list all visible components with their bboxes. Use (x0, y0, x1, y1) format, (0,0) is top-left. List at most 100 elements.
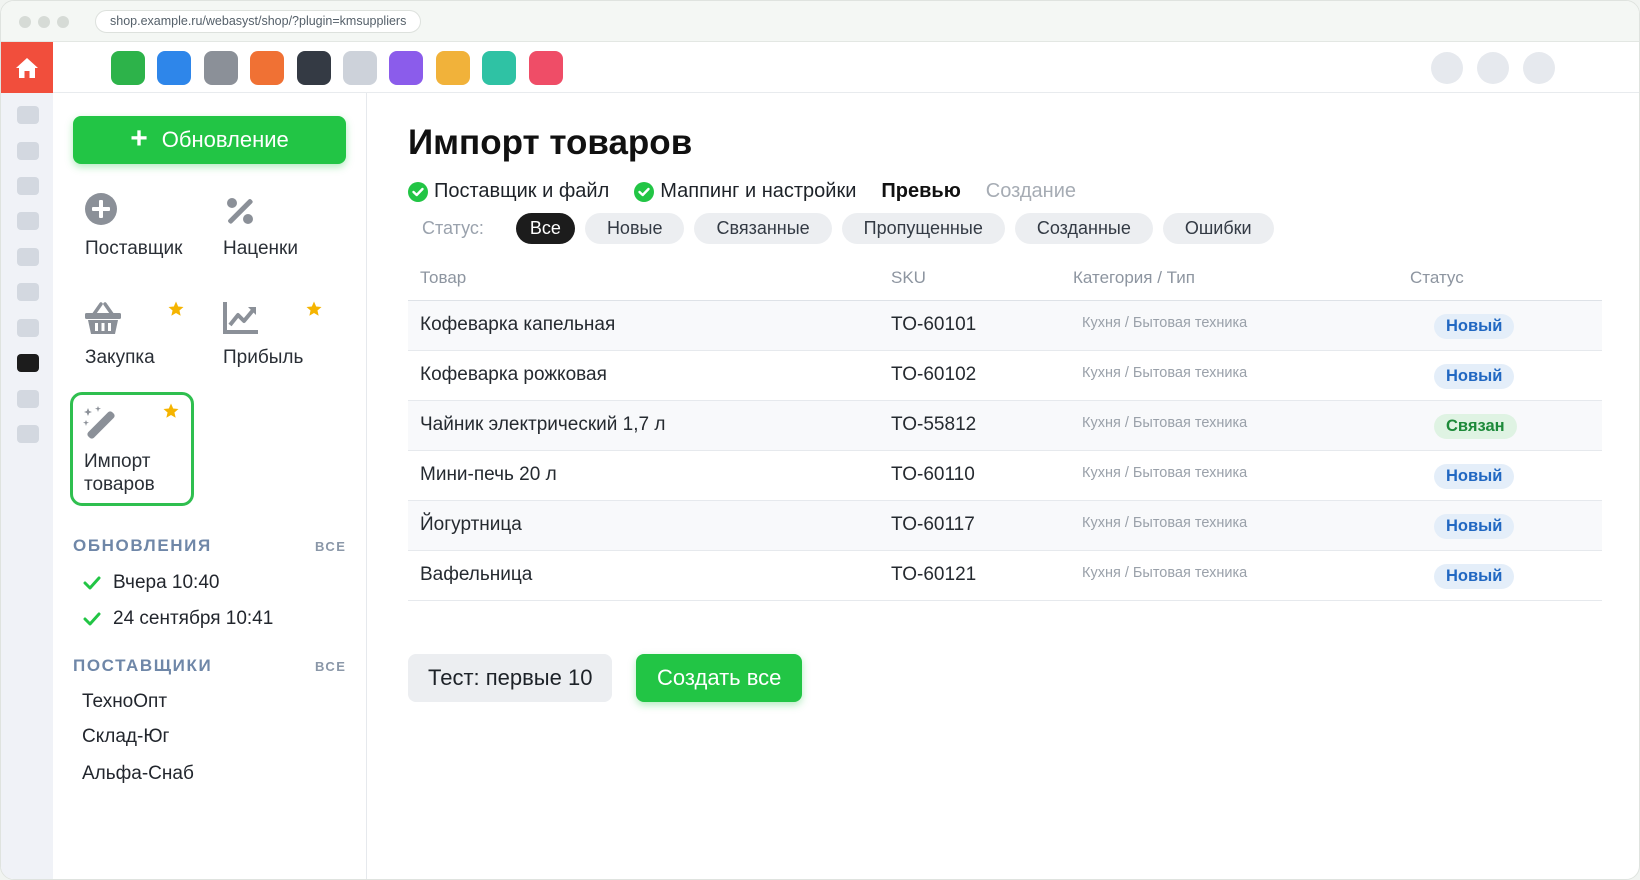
product-name: Вафельница (420, 564, 533, 585)
app-tile[interactable] (528, 51, 563, 85)
update-item[interactable]: 24 сентября 10:41 (83, 608, 273, 630)
table-row[interactable]: Вафельница TO-60121 Кухня / Бытовая техник… (408, 551, 1602, 601)
update-item-label: 24 сентября 10:41 (113, 608, 274, 629)
updates-section-title: ОБНОВЛЕНИЯ (73, 536, 212, 555)
table-row[interactable]: Чайник электрический 1,7 л TO-55812 Кухня … (408, 401, 1602, 451)
app-tile[interactable] (157, 51, 192, 85)
step-label: Превью (881, 180, 961, 202)
address-bar[interactable]: shop.example.ru/webasyst/shop/?plugin=km… (95, 10, 422, 33)
column-header-product[interactable]: Товар (420, 268, 466, 288)
filter-chip-all[interactable]: Все (515, 213, 575, 244)
supplier-item[interactable]: ТехноОпт (82, 691, 167, 713)
suppliers-section-title: ПОСТАВЩИКИ (73, 656, 213, 675)
rail-item[interactable] (17, 248, 39, 266)
step-creation[interactable]: Создание (986, 180, 1076, 203)
step-label: Создание (985, 180, 1077, 202)
filter-chip-errors[interactable]: Ошибки (1162, 213, 1274, 244)
rail-item[interactable] (17, 106, 39, 124)
app-tile[interactable] (250, 51, 285, 85)
rail-item-active[interactable] (17, 354, 39, 372)
app-tile[interactable] (203, 51, 238, 85)
star-icon[interactable] (167, 300, 185, 318)
table-row[interactable]: Йогуртница TO-60117 Кухня / Бытовая техник… (408, 501, 1602, 551)
column-header-category[interactable]: Категория / Тип (1073, 268, 1195, 288)
tool-import-products-label: Импорт товаров (84, 451, 155, 495)
check-circle-icon (634, 181, 655, 202)
update-button[interactable]: + Обновление (73, 116, 346, 164)
app-tile[interactable] (435, 51, 470, 85)
left-rail (1, 93, 53, 879)
preview-table: Товар SKU Категория / Тип Статус Кофевар… (408, 263, 1602, 601)
status-badge: Новый (1434, 464, 1515, 489)
app-tile[interactable] (111, 51, 145, 85)
status-badge: Новый (1434, 514, 1515, 539)
supplier-item[interactable]: Склад-Юг (82, 726, 169, 748)
chart-line-icon (223, 302, 258, 334)
status-filter-label: Статус: (422, 218, 484, 238)
main-content: Импорт товаров Поставщик и файл Маппинг … (368, 93, 1639, 879)
product-category: Кухня / Бытовая техника (1082, 365, 1248, 381)
update-item[interactable]: Вчера 10:40 (83, 572, 219, 594)
product-category: Кухня / Бытовая техника (1082, 565, 1248, 581)
magic-wand-icon (83, 406, 115, 439)
updates-all-link[interactable]: ВСЕ (315, 539, 346, 554)
header-circle-1[interactable] (1431, 52, 1463, 84)
rail-item[interactable] (17, 212, 39, 230)
step-mapping-settings[interactable]: Маппинг и настройки (634, 180, 856, 203)
test-first-10-button[interactable]: Тест: первые 10 (408, 654, 613, 702)
filter-chip-new[interactable]: Новые (584, 213, 685, 244)
product-sku: TO-60101 (891, 314, 977, 335)
status-badge: Связан (1434, 414, 1517, 439)
column-header-status[interactable]: Статус (1410, 268, 1464, 288)
tool-supplier[interactable]: Поставщик (71, 181, 199, 299)
step-label: Поставщик и файл (434, 180, 610, 202)
product-name: Мини-печь 20 л (420, 464, 557, 485)
update-item-label: Вчера 10:40 (113, 572, 220, 593)
column-header-sku[interactable]: SKU (891, 268, 926, 288)
app-bar (1, 42, 1639, 93)
app-tile[interactable] (343, 51, 377, 85)
home-button[interactable] (1, 42, 53, 93)
window-close-dot[interactable] (19, 16, 31, 28)
filter-chip-linked[interactable]: Связанные (694, 213, 832, 244)
header-circle-2[interactable] (1477, 52, 1509, 84)
browser-window: shop.example.ru/webasyst/shop/?plugin=km… (0, 0, 1640, 880)
step-preview[interactable]: Превью (881, 180, 960, 203)
tool-markups[interactable]: Наценки (209, 181, 337, 299)
product-category: Кухня / Бытовая техника (1082, 515, 1248, 531)
table-row[interactable]: Кофеварка рожковая TO-60102 Кухня / Бытова… (408, 351, 1602, 401)
product-name: Кофеварка рожковая (420, 364, 607, 385)
home-icon (16, 57, 38, 78)
header-circle-3[interactable] (1523, 52, 1555, 84)
create-all-button[interactable]: Создать все (636, 654, 803, 702)
rail-item[interactable] (17, 390, 39, 408)
suppliers-all-link[interactable]: ВСЕ (315, 659, 346, 674)
check-icon (83, 576, 101, 590)
app-tile[interactable] (296, 51, 331, 85)
filter-chip-skipped[interactable]: Пропущенные (841, 213, 1005, 244)
rail-item[interactable] (17, 177, 39, 195)
table-row[interactable]: Кофеварка капельная TO-60101 Кухня / Бытов… (408, 301, 1602, 351)
percent-icon (227, 198, 253, 224)
product-name: Кофеварка капельная (420, 314, 616, 335)
status-filters: Статус: Все Новые Связанные Пропущенные … (408, 213, 1274, 244)
tool-purchase[interactable]: Закупка (71, 290, 199, 408)
star-icon[interactable] (162, 402, 180, 420)
rail-item[interactable] (17, 425, 39, 443)
rail-item[interactable] (17, 283, 39, 301)
step-supplier-file[interactable]: Поставщик и файл (408, 180, 609, 203)
supplier-item[interactable]: Альфа-Снаб (82, 763, 194, 785)
rail-item[interactable] (17, 142, 39, 160)
tool-profit[interactable]: Прибыль (209, 290, 337, 408)
tool-import-products[interactable]: Импорт товаров (70, 392, 194, 506)
product-name: Чайник электрический 1,7 л (420, 414, 666, 435)
product-sku: TO-60102 (891, 364, 977, 385)
window-maximize-dot[interactable] (57, 16, 69, 28)
rail-item[interactable] (17, 319, 39, 337)
window-minimize-dot[interactable] (38, 16, 50, 28)
app-tile[interactable] (482, 51, 517, 85)
app-tile[interactable] (389, 51, 424, 85)
table-row[interactable]: Мини-печь 20 л TO-60110 Кухня / Бытовая те… (408, 451, 1602, 501)
star-icon[interactable] (305, 300, 323, 318)
filter-chip-created[interactable]: Созданные (1014, 213, 1153, 244)
